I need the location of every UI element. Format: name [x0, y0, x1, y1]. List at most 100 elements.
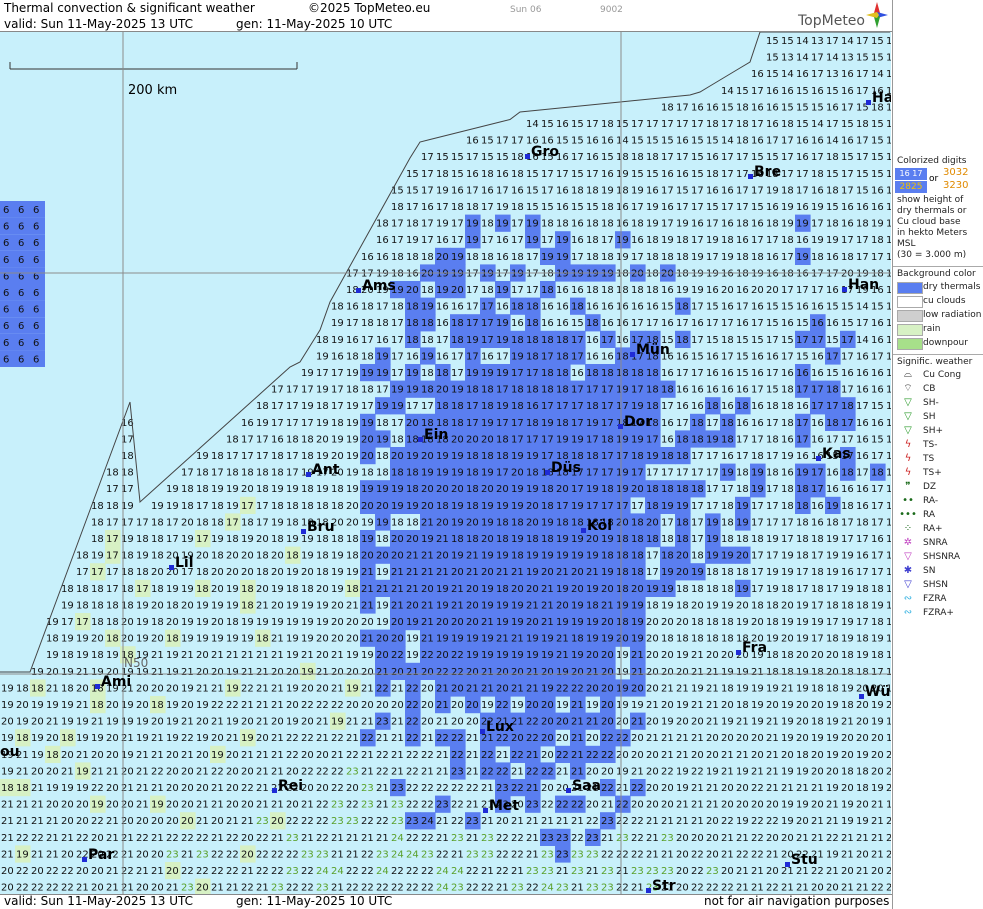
background-legend-item: dry thermals: [893, 280, 983, 294]
cu-cong-icon: ⌓: [904, 369, 912, 380]
city-label: Lux: [486, 719, 514, 735]
legend-title: Colorized digits: [897, 156, 967, 166]
legend-label: TS: [923, 454, 935, 464]
city-label: Ein: [424, 427, 449, 443]
legend-description-line: (30 = 3.000 m): [897, 250, 967, 260]
city-label: Gro: [531, 144, 560, 160]
legend-label: cu clouds: [923, 296, 966, 306]
thunder-light-icon: ϟ: [904, 439, 912, 450]
legend-label: CB: [923, 384, 936, 394]
city-marker: [82, 857, 87, 862]
city-label: Str: [652, 878, 676, 894]
footer-gen-time: gen: 11-May-2025 10 UTC: [236, 894, 393, 908]
city-marker: [646, 888, 651, 893]
gen-time: gen: 11-May-2025 10 UTC: [236, 17, 393, 31]
city-label: Saa: [572, 778, 601, 794]
weather-legend-item: ••• RA: [893, 508, 983, 522]
latitude-label: N50: [124, 656, 149, 670]
freezing-rain-icon: ∾: [903, 593, 913, 604]
city-marker: [842, 287, 847, 292]
weather-legend-item: ⌔ CB: [893, 382, 983, 396]
valid-time: valid: Sun 11-May-2025 13 UTC: [4, 17, 193, 31]
legend-label: dry thermals: [923, 282, 981, 292]
city-marker: [545, 470, 550, 475]
shower-icon: ▽: [904, 411, 912, 422]
legend-label: DZ: [923, 482, 937, 492]
weather-legend-item: ⁘ RA+: [893, 522, 983, 536]
city-label: Par: [88, 847, 115, 863]
city-label: Rei: [278, 778, 304, 794]
snow-icon: ✱: [903, 565, 913, 576]
footer-valid-time: valid: Sun 11-May-2025 13 UTC: [4, 894, 193, 908]
snow-rain-icon: ✲: [903, 537, 913, 548]
rain-icon: •••: [899, 509, 917, 520]
map-code: 9002: [600, 5, 623, 15]
city-marker: [785, 862, 790, 867]
city-label: Mün: [636, 342, 670, 358]
legend-description-line: show height of: [897, 195, 964, 205]
weather-legend-item: ϟ TS: [893, 452, 983, 466]
city-label: Dor: [624, 414, 653, 430]
city-marker: [169, 565, 174, 570]
weather-legend-item: •• RA-: [893, 494, 983, 508]
legend-sample: 16 17 3032 or 2825 3230: [893, 167, 983, 195]
legend-sample-c: 2825: [895, 181, 927, 193]
thunder-icon: ϟ: [904, 453, 912, 464]
legend-swatch: [897, 324, 923, 336]
legend-label: low radiation: [923, 310, 982, 320]
freezing-rain-heavy-icon: ∾: [903, 607, 913, 618]
background-legend: dry thermals cu clouds low radiation rain do…: [893, 280, 983, 350]
legend-sample-or: or: [929, 174, 939, 184]
city-marker: [483, 808, 488, 813]
legend-label: SH-: [923, 398, 939, 408]
city-label: Met: [489, 798, 520, 814]
city-marker: [581, 528, 586, 533]
weather-legend-item: ▽ SH+: [893, 424, 983, 438]
legend-label: FZRA: [923, 594, 947, 604]
shower-heavy-icon: ▽: [904, 425, 912, 436]
weather-map[interactable]: 1515141317141715151513141714131515171615…: [0, 32, 891, 894]
legend-swatch: [897, 296, 923, 308]
legend-label: FZRA+: [923, 608, 954, 618]
weather-legend-item: ✲ SNRA: [893, 536, 983, 550]
city-marker: [525, 154, 530, 159]
weather-legend-item: ▽ SH: [893, 410, 983, 424]
city-marker: [748, 174, 753, 179]
snow-rain-shower-icon: ▽: [904, 551, 912, 562]
cb-icon: ⌔: [903, 383, 913, 394]
city-marker: [618, 424, 623, 429]
weather-legend-item: ∾ FZRA+: [893, 606, 983, 620]
city-label: Han: [848, 277, 880, 293]
legend-description-line: MSL: [897, 239, 916, 249]
city-marker: [866, 100, 871, 105]
legend-label: downpour: [923, 338, 968, 348]
weather-legend-item: ⌓ Cu Cong: [893, 368, 983, 382]
weather-legend-item: ❞ DZ: [893, 480, 983, 494]
legend-label: RA-: [923, 496, 939, 506]
time-slot: Sun 06: [510, 5, 542, 15]
scale-label: 200 km: [128, 83, 178, 98]
city-label: Wü: [865, 684, 891, 700]
legend-label: SH+: [923, 426, 944, 436]
legend-label: RA: [923, 510, 936, 520]
legend-panel: Colorized digits 16 17 3032 or 2825 3230…: [892, 0, 983, 909]
city-marker: [736, 650, 741, 655]
legend-label: SNRA: [923, 538, 948, 548]
legend-label: SHSN: [923, 580, 948, 590]
city-label: ou: [0, 744, 20, 760]
city-marker: [566, 788, 571, 793]
legend-sample-d: 3230: [943, 180, 969, 191]
background-legend-item: low radiation: [893, 308, 983, 322]
weather-legend-item: ∾ FZRA: [893, 592, 983, 606]
drizzle-icon: ❞: [905, 481, 911, 492]
city-label: Ams: [362, 278, 396, 294]
footer-disclaimer: not for air navigation purposes: [704, 894, 890, 908]
city-marker: [630, 352, 635, 357]
legend-divider-2: [893, 350, 983, 355]
weather-legend: ⌓ Cu Cong ⌔ CB ▽ SH- ▽ SH ▽ SH+ ϟ TS-ϟ TS ϟ TS+ ❞ DZ •• RA…: [893, 368, 983, 620]
legend-swatch: [897, 338, 923, 350]
background-legend-title: Background color: [897, 269, 976, 279]
shower-light-icon: ▽: [904, 397, 912, 408]
weather-legend-item: ✱ SN: [893, 564, 983, 578]
city-marker: [356, 288, 361, 293]
